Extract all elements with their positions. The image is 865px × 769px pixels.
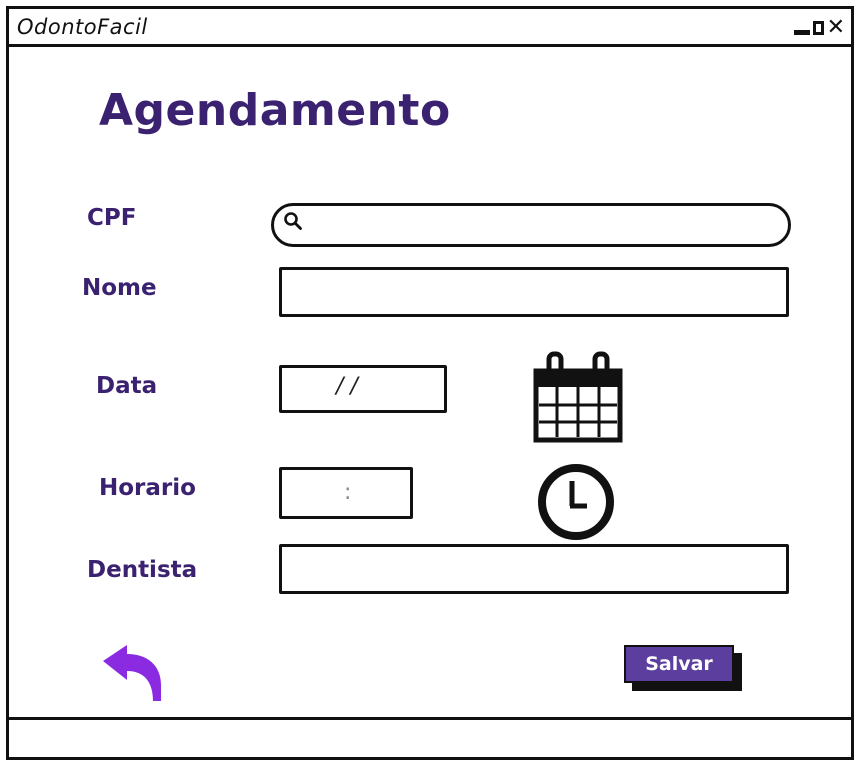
title-bar: OdontoFacil ✕ xyxy=(9,9,851,47)
data-label: Data xyxy=(96,373,158,399)
close-icon[interactable]: ✕ xyxy=(827,17,845,39)
data-field[interactable]: / / xyxy=(279,365,447,413)
horario-field[interactable]: : xyxy=(279,467,413,519)
status-bar xyxy=(9,717,851,757)
time-mask: : xyxy=(344,480,352,505)
clock-icon[interactable] xyxy=(535,461,617,543)
save-button[interactable]: Salvar xyxy=(624,645,742,691)
dentista-field[interactable] xyxy=(279,544,789,594)
dentista-label: Dentista xyxy=(87,557,198,583)
nome-field[interactable] xyxy=(279,267,789,317)
maximize-icon[interactable] xyxy=(812,21,824,35)
window-controls: ✕ xyxy=(793,15,845,39)
page-title: Agendamento xyxy=(99,85,451,136)
calendar-icon[interactable] xyxy=(533,351,623,443)
save-button-label[interactable]: Salvar xyxy=(624,645,734,683)
cpf-label: CPF xyxy=(87,205,137,231)
search-icon xyxy=(284,212,302,230)
app-title: OdontoFacil xyxy=(17,15,148,39)
date-mask: / / xyxy=(336,374,358,399)
horario-label: Horario xyxy=(99,475,196,501)
nome-input[interactable] xyxy=(290,274,778,310)
cpf-input[interactable] xyxy=(308,211,772,241)
app-window: OdontoFacil ✕ Agendamento CPF Nome Data … xyxy=(6,6,854,760)
cpf-search-field[interactable] xyxy=(271,203,791,247)
back-arrow-icon[interactable] xyxy=(101,643,167,703)
nome-label: Nome xyxy=(82,275,157,301)
minimize-icon[interactable] xyxy=(793,30,810,35)
dentista-input[interactable] xyxy=(290,551,778,587)
